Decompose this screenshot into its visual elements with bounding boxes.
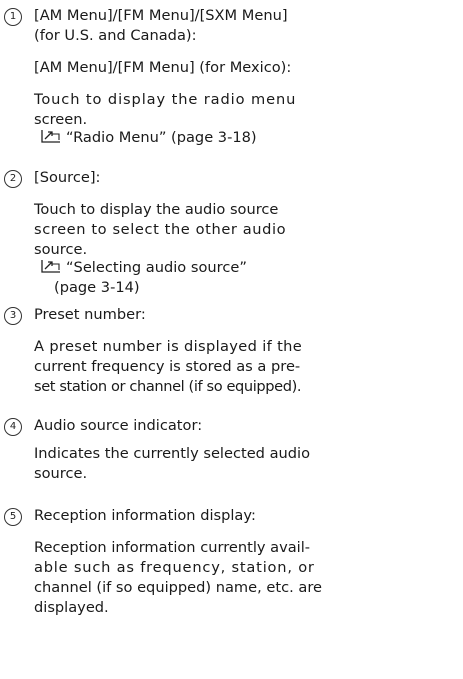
item-label: Reception information display: [34, 507, 256, 524]
item-label: [Source]: [34, 169, 101, 186]
page-reference-text: (page 3-14) [54, 279, 140, 296]
page-reference[interactable]: “Selecting audio source” [40, 258, 247, 278]
reference-arrow-icon [41, 260, 60, 273]
item-label: [AM Menu]/[FM Menu]/[SXM Menu] [34, 7, 288, 24]
item-description: Indicates the currently selected audio [34, 445, 311, 462]
item-label: Preset number: [34, 306, 146, 323]
item-label: Audio source indicator: [34, 417, 203, 434]
item-number-badge: 3 [4, 307, 22, 325]
item-label: [AM Menu]/[FM Menu] (for Mexico): [34, 59, 292, 76]
item-number-badge: 5 [4, 508, 22, 526]
page-reference-text: “Radio Menu” (page 3-18) [66, 129, 257, 146]
item-description: displayed. [34, 599, 109, 616]
page-reference[interactable]: “Radio Menu” (page 3-18) [40, 128, 257, 148]
item-label: (for U.S. and Canada): [34, 27, 197, 44]
item-description: A preset number is displayed if the [34, 338, 303, 355]
reference-arrow-icon [41, 130, 60, 143]
item-description: current frequency is stored as a pre- [34, 358, 301, 375]
item-description: Reception information currently avail- [34, 539, 311, 556]
item-description: Touch to display the audio source [34, 201, 279, 218]
page-reference-text: “Selecting audio source” [66, 259, 247, 276]
item-description: channel (if so equipped) name, etc. are [34, 579, 322, 596]
item-description: set station or channel (if so equipped). [34, 378, 302, 395]
item-number-badge: 4 [4, 418, 22, 436]
item-description: source. [34, 241, 88, 258]
item-description: able such as frequency, station, or [34, 559, 315, 576]
item-description: screen to select the other audio [34, 221, 287, 238]
item-description: screen. [34, 111, 88, 128]
item-description: Touch to display the radio menu [34, 91, 297, 108]
item-description: source. [34, 465, 88, 482]
item-number-badge: 2 [4, 170, 22, 188]
item-number-badge: 1 [4, 8, 22, 26]
